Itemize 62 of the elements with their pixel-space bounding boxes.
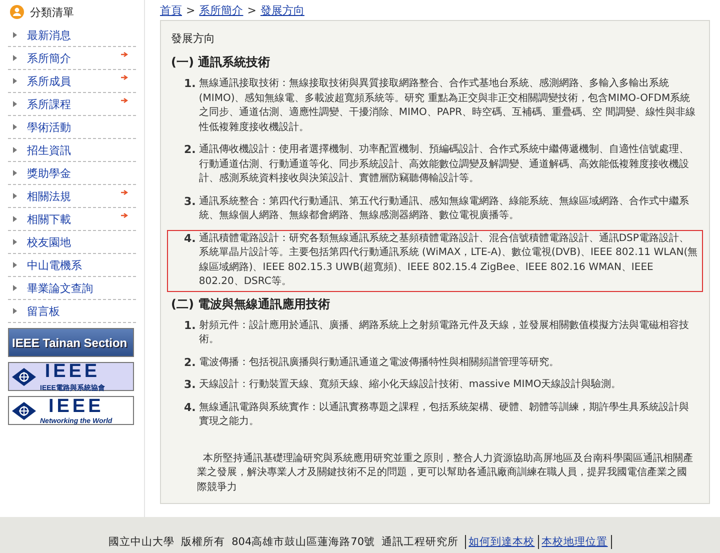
item-number: 1. bbox=[184, 77, 196, 92]
banner-text: IEEE Tainan Section bbox=[12, 336, 128, 350]
breadcrumb-separator: > bbox=[186, 4, 196, 16]
item-number: 2. bbox=[184, 356, 196, 370]
logo-text: IEEE bbox=[44, 360, 100, 382]
item-number: 3. bbox=[184, 194, 196, 210]
footer-link[interactable]: 本校地理位置 bbox=[538, 535, 612, 549]
sidebar-item[interactable]: 畢業論文查詢 bbox=[8, 277, 136, 300]
sidebar-item[interactable]: 相關法規 bbox=[8, 185, 136, 208]
item-text: 天線設計：行動裝置天線、寬頻天線、縮小化天線設計技術、massive MIMO天線設計與驗測。 bbox=[198, 378, 622, 392]
item-text: 通訊積體電路設計：研究各類無線通訊系統之基頻積體電路設計、混合信號積體電路設計、通訊DSP電路設計、系統單晶片設計等。主要包括第四代行動通訊系統 (WiMAX，LTE-A)、數位電視(DVB)、IEEE 802.11 WLAN(無線區域網路)、IEEE 802.15.3 UWB(超寬頻)、IEEE 802.15.4 ZigBee、IEEE 802.16 WMAN、IEEE 802.20、DSRC等。 bbox=[198, 232, 698, 289]
item-text: 通訊系統整合：第四代行動通訊、第五代行動通訊、感知無線電網路、綠能系統、無線區域網路、合作式中繼系統、無線個人網路、無線都會網路、無線感測器網路、數位電視廣播等。 bbox=[198, 194, 690, 223]
sidebar-item[interactable]: 學術活動 bbox=[8, 116, 136, 139]
bullet-icon bbox=[13, 308, 17, 314]
item-text: 無線通訊電路與系統實作：以通訊實務專題之課程，包括系統架構、硬體、韌體等訓練，期許學生具系統設計與實現之能力。 bbox=[198, 400, 690, 429]
sidebar-title: 分類清單 bbox=[30, 4, 74, 20]
sidebar-item[interactable]: 留言板 bbox=[8, 300, 136, 323]
item-text: 射頻元件：設計應用於通訊、廣播、網路系統上之射頻電路元件及天線，並發展相關數值模擬方法與電磁相容技術。 bbox=[198, 318, 690, 347]
sidebar-item[interactable]: 系所成員 bbox=[8, 70, 136, 93]
breadcrumb-link[interactable]: 首頁 bbox=[160, 2, 182, 18]
bullet-icon bbox=[13, 78, 17, 84]
closing-paragraph: 本所堅持通訊基礎理論研究與系統應用研究並重之原則，整合人力資源協助高屏地區及台南科學園區通訊相關產業之發展，解決專業人才及關鍵技術不足的問題，更可以幫助各通訊廠商訓練在職人員，提昇我國電信產業之國際競爭力 bbox=[197, 452, 693, 494]
page-title: 發展方向 bbox=[171, 31, 216, 46]
item-text: 電波傳播：包括視訊廣播與行動通訊通道之電波傳播特性與相關頻譜管理等研究。 bbox=[198, 356, 559, 370]
diamond-logo-icon bbox=[12, 368, 36, 386]
sidebar-item[interactable]: 最新消息 bbox=[8, 24, 136, 47]
item-number: 1. bbox=[184, 318, 196, 334]
diamond-logo-icon bbox=[12, 402, 36, 420]
bullet-icon bbox=[13, 239, 17, 245]
footer-link[interactable]: 如何到達本校 bbox=[464, 535, 538, 549]
section-heading: (一) 通訊系統技術 bbox=[171, 54, 272, 71]
item-number: 4. bbox=[184, 400, 196, 416]
item-text: 無線通訊接取技術：無線接取技術與異質接取網路整合、合作式基地台系統、感測網路、多輸入多輸出系統(MIMO)、感知無線電、多載波超寬頻系統等。研究 重點為正交與非正交相關調變技術，包含MIMO-OFDM系統之同步、通道估測、適應性調變、干擾消除、MIMO、PAPR、時空碼、互補碼、重疊碼、空 間調變、線性與非線性低複雜度接收機設計。 bbox=[198, 77, 696, 134]
bullet-icon bbox=[13, 101, 17, 107]
bullet-icon bbox=[13, 147, 17, 153]
item-number: 2. bbox=[184, 143, 196, 158]
sidebar-item[interactable]: 系所簡介 bbox=[8, 47, 136, 70]
bullet-icon bbox=[13, 193, 17, 199]
bullet-icon bbox=[13, 170, 17, 176]
bullet-icon bbox=[13, 285, 17, 291]
breadcrumb-link[interactable]: 系所簡介 bbox=[199, 2, 244, 18]
sidebar-item[interactable]: 招生資訊 bbox=[8, 139, 136, 162]
sidebar-item[interactable]: 中山電機系 bbox=[8, 254, 136, 277]
bullet-icon bbox=[13, 55, 17, 61]
bullet-icon bbox=[13, 124, 17, 130]
logo-text: IEEE bbox=[48, 396, 104, 418]
sidebar-item[interactable]: 相關下載 bbox=[8, 208, 136, 231]
item-number: 3. bbox=[184, 378, 196, 392]
footer-text: 國立中山大學 版權所有 804高雄市鼓山區蓮海路70號 通訊工程研究所 bbox=[108, 535, 459, 549]
bullet-icon bbox=[13, 262, 17, 268]
item-text: 通訊傳收機設計：使用者選擇機制、功率配置機制、預編碼設計、合作式系統中繼傳遞機制、自適性信號處理、行動通道估測、行動通道等化、同步系統設計、高效能數位調變及解調變、通道解碼、高效能低複雜度接收機設計、感測系統資料接收與決策設計、實體層防竊聽傳輸設計等。 bbox=[198, 143, 690, 186]
bullet-icon bbox=[13, 32, 17, 38]
bullet-icon bbox=[13, 216, 17, 222]
breadcrumb-link[interactable]: 發展方向 bbox=[260, 2, 304, 18]
item-number: 4. bbox=[184, 232, 196, 246]
breadcrumb-separator: > bbox=[247, 4, 256, 16]
section-heading: (二) 電波與無線通訊應用技術 bbox=[171, 296, 332, 312]
sidebar-item[interactable]: 獎助學金 bbox=[8, 162, 136, 185]
sidebar-item[interactable]: 校友園地 bbox=[8, 231, 136, 254]
sidebar-item[interactable]: 系所課程 bbox=[8, 93, 136, 116]
user-icon bbox=[10, 5, 24, 19]
banner-link[interactable]: IEEE Tainan Section bbox=[8, 328, 134, 357]
